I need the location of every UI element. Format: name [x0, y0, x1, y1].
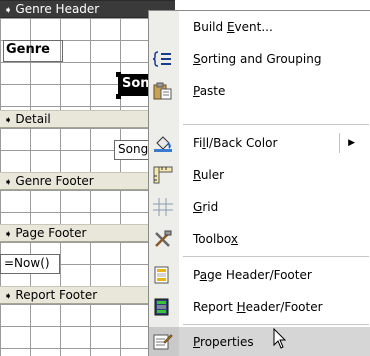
menu-separator	[183, 324, 369, 325]
paste-icon	[153, 82, 173, 100]
ruler-icon	[153, 166, 173, 184]
detail-label: Detail	[15, 112, 51, 126]
section-arrow-icon: ➧	[4, 115, 13, 126]
menu-item-fill-back-color[interactable]: Fill/Back Color ▶	[149, 127, 370, 159]
page-footer-label: Page Footer	[15, 226, 87, 240]
menu-separator	[183, 124, 369, 125]
menu-item-label: Sorting and Grouping	[193, 52, 322, 66]
menu-item-paste[interactable]: Paste	[149, 75, 370, 107]
submenu-divider	[339, 133, 340, 153]
menu-item-label: Fill/Back Color	[193, 136, 278, 150]
menu-item-label: Grid	[193, 200, 219, 214]
selection-handle[interactable]	[116, 72, 121, 77]
toolbox-icon	[153, 230, 173, 248]
grid-icon	[153, 198, 173, 216]
genre-footer-label: Genre Footer	[15, 174, 94, 188]
page-header-footer-icon	[153, 266, 173, 284]
menu-item-toolbox[interactable]: Toolbox	[149, 223, 370, 255]
menu-item-report-header-footer[interactable]: Report Header/Footer	[149, 291, 370, 323]
menu-item-label: Ruler	[193, 168, 225, 182]
menu-item-label: Properties	[193, 335, 254, 349]
selection-handle[interactable]	[116, 94, 121, 99]
section-arrow-icon: ➧	[4, 229, 13, 240]
section-arrow-icon: ➧	[4, 291, 13, 302]
sorting-grouping-icon	[152, 50, 173, 68]
now-textbox-control[interactable]: =Now()	[0, 254, 60, 274]
context-menu: Build Event... Sorting and Grouping Past…	[148, 10, 370, 356]
section-arrow-icon: ➧	[4, 177, 13, 188]
mouse-cursor-icon	[273, 327, 287, 350]
genre-label-control[interactable]: Genre	[3, 40, 63, 62]
menu-item-label: Page Header/Footer	[193, 268, 312, 282]
menu-item-ruler[interactable]: Ruler	[149, 159, 370, 191]
menu-item-label: Report Header/Footer	[193, 300, 323, 314]
fill-color-icon	[153, 134, 173, 152]
genre-header-label: Genre Header	[15, 2, 100, 16]
menu-item-page-header-footer[interactable]: Page Header/Footer	[149, 259, 370, 291]
section-arrow-icon: ➧	[4, 5, 13, 16]
menu-item-grid[interactable]: Grid	[149, 191, 370, 223]
submenu-arrow-icon: ▶	[348, 138, 355, 148]
menu-item-build-event[interactable]: Build Event...	[149, 11, 370, 43]
menu-item-label: Toolbox	[193, 232, 239, 246]
report-footer-label: Report Footer	[15, 288, 98, 302]
menu-item-label: Build Event...	[193, 20, 273, 34]
menu-item-sorting-grouping[interactable]: Sorting and Grouping	[149, 43, 370, 75]
menu-item-label: Paste	[193, 84, 226, 98]
menu-item-properties[interactable]: Properties	[149, 327, 370, 356]
report-header-footer-icon	[153, 298, 173, 316]
properties-icon	[153, 333, 173, 351]
menu-separator	[183, 256, 369, 257]
